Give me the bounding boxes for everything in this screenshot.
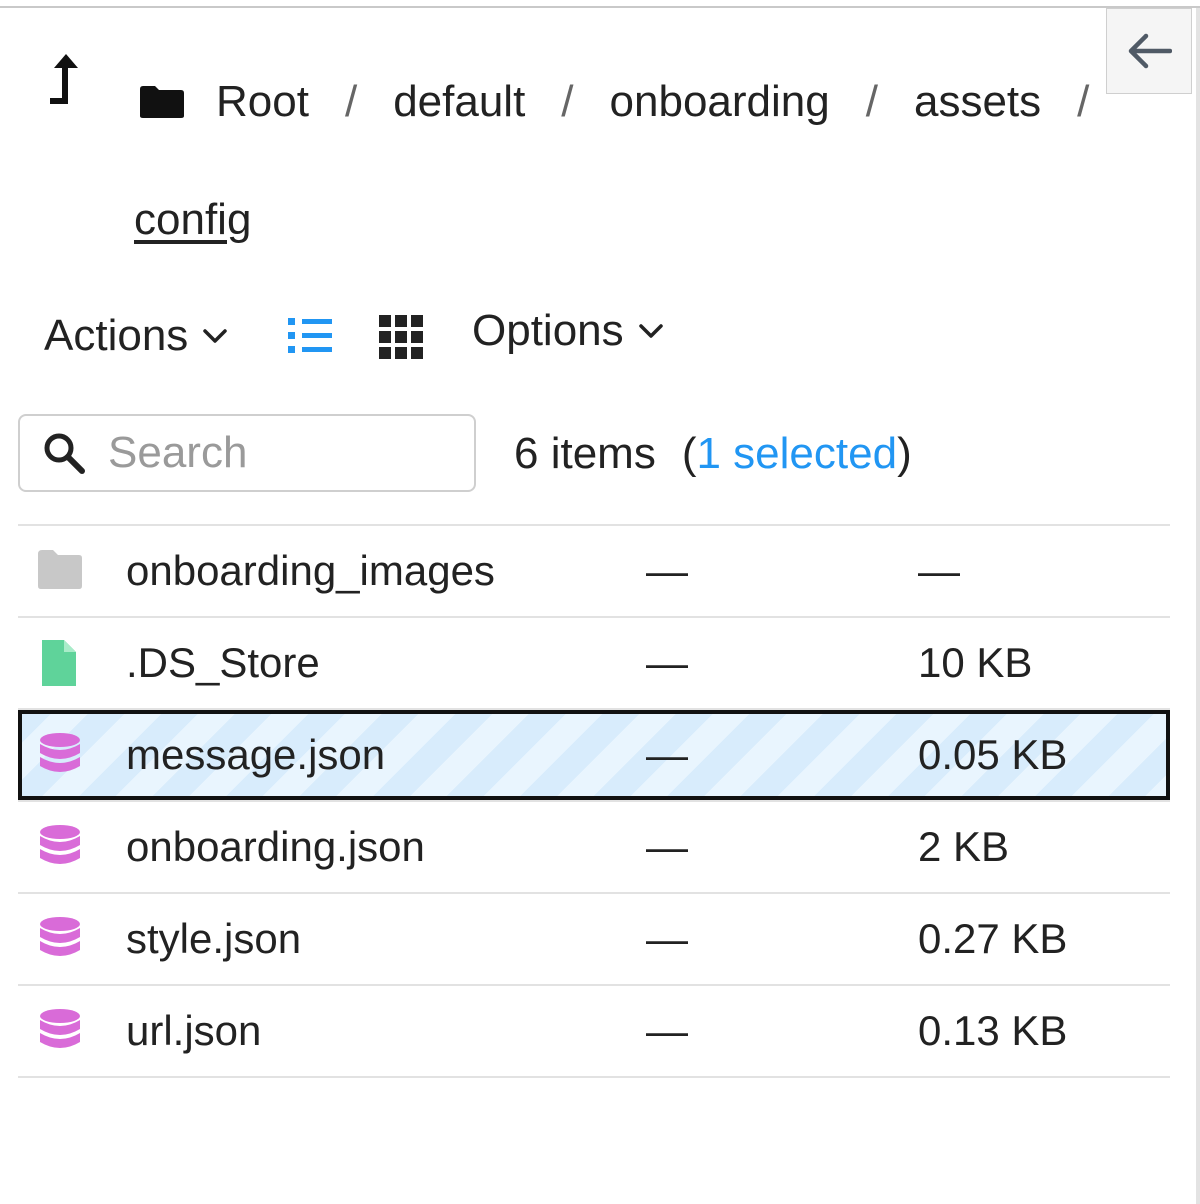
search-input[interactable]: [106, 427, 450, 479]
file-name: url.json: [126, 1007, 262, 1054]
breadcrumb-separator: /: [561, 77, 574, 126]
search-box: [18, 414, 476, 492]
file-size: 10 KB: [918, 639, 1033, 686]
row-divider: [18, 1076, 1170, 1078]
top-border: [0, 6, 1200, 8]
file-size: 0.27 KB: [918, 915, 1068, 962]
file-modified: —: [646, 823, 688, 870]
open-paren: (: [681, 429, 697, 478]
options-dropdown[interactable]: Options: [472, 306, 664, 356]
database-icon: [40, 733, 80, 772]
item-count-text: 6 items: [514, 429, 656, 478]
breadcrumb-default[interactable]: default: [393, 72, 525, 132]
breadcrumb-separator: /: [865, 77, 878, 126]
file-name: onboarding.json: [126, 823, 425, 870]
file-name: message.json: [126, 731, 386, 778]
file-row-onboarding-images[interactable]: onboarding_images — —: [18, 526, 1170, 616]
chevron-down-icon: [638, 324, 663, 338]
file-size: 0.05 KB: [918, 731, 1068, 778]
file-name: .DS_Store: [126, 639, 320, 686]
actions-label: Actions: [44, 311, 189, 360]
breadcrumb-onboarding[interactable]: onboarding: [610, 72, 830, 132]
file-name: onboarding_images: [126, 547, 495, 594]
file-modified: —: [646, 731, 688, 778]
file-row-url-json[interactable]: url.json — 0.13 KB: [18, 986, 1170, 1076]
grid-view-icon[interactable]: [378, 314, 424, 360]
panel-scroll-edge: [1196, 8, 1200, 1204]
file-size: 0.13 KB: [918, 1007, 1068, 1054]
selected-count[interactable]: 1 selected: [696, 429, 897, 478]
breadcrumb-current[interactable]: config: [134, 190, 251, 250]
options-label: Options: [472, 306, 624, 355]
file-name: style.json: [126, 915, 302, 962]
toolbar: Actions Options: [44, 306, 663, 366]
breadcrumb-separator: /: [1077, 77, 1090, 126]
file-modified: —: [646, 1007, 688, 1054]
list-view-icon[interactable]: [286, 316, 334, 356]
database-icon: [40, 917, 80, 956]
file-size: —: [918, 547, 960, 594]
breadcrumb: Root / default / onboarding / assets /: [138, 72, 1138, 132]
breadcrumb-assets[interactable]: assets: [914, 72, 1041, 132]
file-size: 2 KB: [918, 823, 1010, 870]
close-paren: ): [897, 429, 912, 478]
actions-dropdown[interactable]: Actions: [44, 311, 228, 361]
file-row-onboarding-json[interactable]: onboarding.json — 2 KB: [18, 802, 1170, 892]
database-icon: [40, 1009, 80, 1048]
database-icon: [40, 825, 80, 864]
search-icon: [44, 433, 85, 474]
arrow-left-icon: [1128, 33, 1172, 69]
level-up-icon: [50, 54, 78, 104]
file-modified: —: [646, 547, 688, 594]
file-list: onboarding_images — — .DS_Store — 10 KB …: [18, 524, 1170, 1078]
folder-icon: [140, 86, 184, 118]
folder-icon: [38, 550, 82, 589]
breadcrumb-root[interactable]: Root: [216, 72, 309, 132]
item-count: 6 items (1 selected): [514, 424, 912, 484]
file-row-message-json[interactable]: message.json — 0.05 KB: [18, 710, 1170, 800]
parent-folder-button[interactable]: [44, 52, 88, 108]
file-icon: [42, 640, 76, 686]
file-row-style-json[interactable]: style.json — 0.27 KB: [18, 894, 1170, 984]
breadcrumb-separator: /: [344, 77, 358, 126]
file-row-ds-store[interactable]: .DS_Store — 10 KB: [18, 618, 1170, 708]
file-modified: —: [646, 915, 688, 962]
file-modified: —: [646, 639, 688, 686]
chevron-down-icon: [203, 329, 228, 343]
